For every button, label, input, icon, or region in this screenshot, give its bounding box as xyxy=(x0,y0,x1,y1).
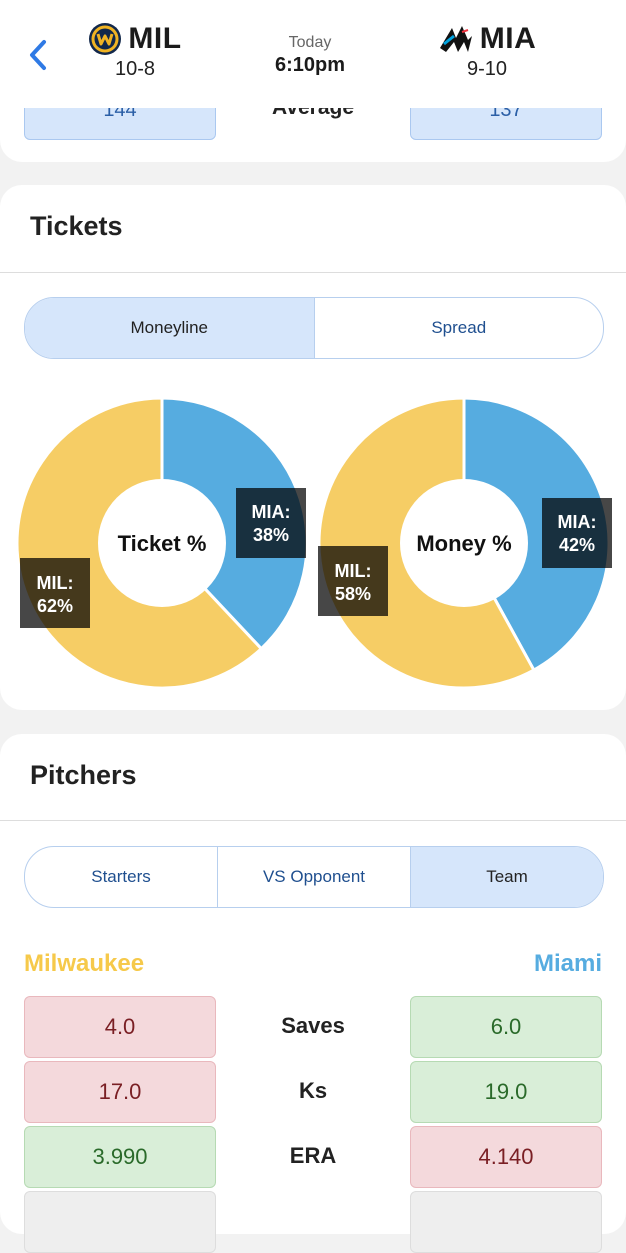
next-stat-cell xyxy=(24,1191,216,1253)
right-team-name: Miami xyxy=(533,950,602,977)
away-record: 10-8 xyxy=(114,58,156,80)
next-stat-cell xyxy=(410,1191,602,1253)
pitchers-title: Pitchers xyxy=(30,760,137,790)
ticket-pct-chart: Ticket % MIA: 38% MIL: 62% xyxy=(15,396,309,690)
tickets-title: Tickets xyxy=(30,211,123,241)
home-team[interactable]: MIA 9-10 xyxy=(428,22,546,81)
right-stat-cell: 6.0 xyxy=(410,996,602,1058)
home-abbr: MIA xyxy=(479,22,537,55)
stat-name: ERA xyxy=(289,1143,337,1168)
tickets-card: Tickets Moneyline Spread Ticket % MIA: 3… xyxy=(0,185,626,710)
ticket-mia-label: MIA: 38% xyxy=(236,488,306,558)
left-stat-cell: 17.0 xyxy=(24,1061,216,1123)
tab-vs-opponent[interactable]: VS Opponent xyxy=(218,847,411,907)
ticket-pct-center-label: Ticket % xyxy=(118,531,207,556)
away-team[interactable]: MIL 10-8 xyxy=(80,22,190,81)
pitchers-tabs: Starters VS Opponent Team xyxy=(24,846,604,908)
right-stat-cell: 4.140 xyxy=(410,1126,602,1188)
right-stat-cell: 19.0 xyxy=(410,1061,602,1123)
money-pct-chart: Money % MIA: 42% MIL: 58% xyxy=(317,396,612,690)
money-mil-label: MIL: 58% xyxy=(318,546,388,616)
ticket-mil-name: MIL: xyxy=(37,573,74,593)
tab-spread[interactable]: Spread xyxy=(315,298,604,358)
marlins-logo-icon xyxy=(439,26,472,52)
stat-name: Ks xyxy=(298,1078,328,1103)
ticket-mia-name: MIA: xyxy=(252,502,291,522)
tab-team[interactable]: Team xyxy=(411,847,603,907)
brewers-logo-icon xyxy=(89,23,122,55)
left-stat-cell: 4.0 xyxy=(24,996,216,1058)
pitchers-divider xyxy=(0,820,626,821)
left-team-name: Milwaukee xyxy=(24,950,145,977)
stat-name: Saves xyxy=(281,1013,345,1038)
ticket-mil-label: MIL: 62% xyxy=(20,558,90,628)
game-start-time: 6:10pm xyxy=(274,54,346,76)
tickets-tabs: Moneyline Spread xyxy=(24,297,604,359)
money-mia-value: 42% xyxy=(559,535,595,555)
home-record: 9-10 xyxy=(466,58,508,80)
money-pct-center-label: Money % xyxy=(416,531,511,556)
money-mil-name: MIL: xyxy=(335,561,372,581)
tab-moneyline[interactable]: Moneyline xyxy=(25,298,315,358)
game-header: MIL 10-8 Today 6:10pm MIA 9-10 xyxy=(0,0,626,108)
ticket-mia-value: 38% xyxy=(253,525,289,545)
ticket-mil-value: 62% xyxy=(37,596,73,616)
money-mil-value: 58% xyxy=(335,584,371,604)
money-mia-name: MIA: xyxy=(558,512,597,532)
left-stat-cell: 3.990 xyxy=(24,1126,216,1188)
game-day: Today xyxy=(288,34,332,51)
game-time: Today 6:10pm xyxy=(250,34,370,77)
money-mia-label: MIA: 42% xyxy=(542,498,612,568)
tickets-divider xyxy=(0,272,626,273)
tab-starters[interactable]: Starters xyxy=(25,847,218,907)
back-chevron-icon[interactable] xyxy=(24,38,54,72)
away-abbr: MIL xyxy=(128,22,182,55)
